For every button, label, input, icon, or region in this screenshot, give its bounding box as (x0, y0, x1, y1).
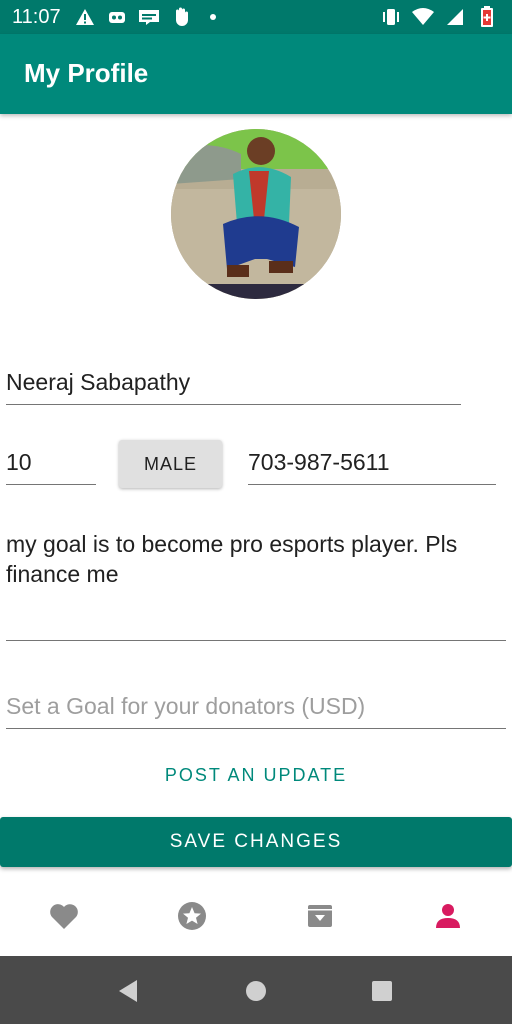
goal-field[interactable]: Set a Goal for your donators (USD) (6, 688, 506, 729)
avatar[interactable] (171, 129, 341, 299)
nav-starred[interactable] (176, 900, 208, 932)
status-bar: 11:07 (0, 0, 512, 34)
archive-icon (308, 905, 332, 927)
notification-icons (74, 6, 224, 28)
bio-field[interactable]: my goal is to become pro esports player.… (6, 525, 506, 641)
hand-icon (170, 6, 192, 28)
app-bar: My Profile (0, 34, 512, 114)
dot-icon (202, 6, 224, 28)
save-changes-button[interactable]: SAVE CHANGES (0, 817, 512, 867)
star-icon (178, 902, 206, 930)
recents-icon (372, 981, 392, 1001)
warning-icon (74, 6, 96, 28)
webtoon-icon (138, 6, 160, 28)
gender-button[interactable]: MALE (119, 440, 222, 488)
nav-favorites[interactable] (48, 900, 80, 932)
bottom-navigation (0, 878, 512, 956)
nav-profile[interactable] (432, 900, 464, 932)
person-icon (436, 904, 460, 928)
system-status-icons (380, 6, 498, 28)
phone-value: 703-987-5611 (248, 449, 390, 475)
page-title: My Profile (24, 58, 149, 88)
home-icon (246, 981, 266, 1001)
back-icon (119, 980, 137, 1002)
battery-icon (476, 6, 498, 28)
status-time: 11:07 (12, 6, 61, 28)
system-navigation-bar (0, 956, 512, 1024)
bio-value: my goal is to become pro esports player.… (6, 531, 458, 587)
wifi-icon (412, 6, 434, 28)
heart-icon (50, 904, 78, 929)
cell-signal-icon (444, 6, 466, 28)
age-value: 10 (6, 449, 32, 475)
game-controller-icon (106, 6, 128, 28)
name-field[interactable]: Neeraj Sabapathy (6, 360, 461, 405)
profile-photo (171, 129, 341, 299)
vibrate-icon (380, 6, 402, 28)
goal-placeholder: Set a Goal for your donators (USD) (6, 693, 366, 719)
post-update-button[interactable]: POST AN UPDATE (0, 758, 512, 792)
recents-button[interactable] (369, 978, 395, 1004)
nav-archive[interactable] (304, 900, 336, 932)
back-button[interactable] (115, 978, 141, 1004)
home-button[interactable] (243, 978, 269, 1004)
age-field[interactable]: 10 (6, 442, 96, 485)
phone-field[interactable]: 703-987-5611 (248, 442, 496, 485)
name-value: Neeraj Sabapathy (6, 369, 191, 395)
